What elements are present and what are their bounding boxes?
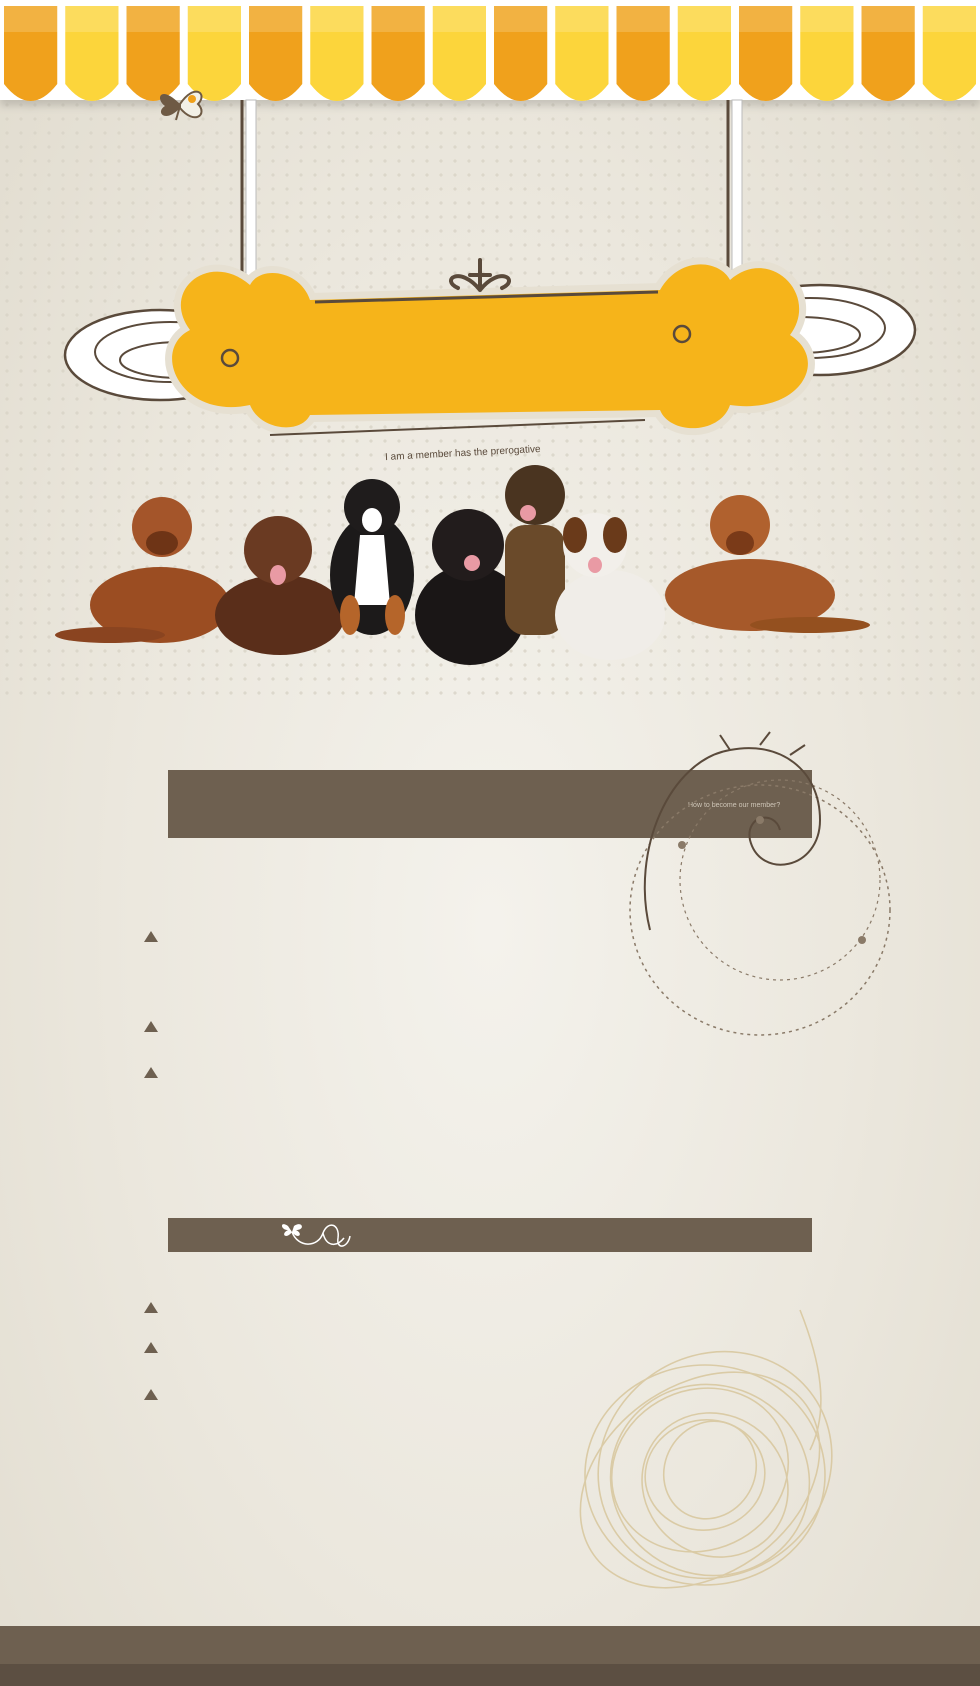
triangle-bullet-icon bbox=[144, 1021, 158, 1032]
triangle-bullet-icon bbox=[144, 931, 158, 942]
triangle-bullet-icon bbox=[144, 1302, 158, 1313]
dog-saint-bernard bbox=[555, 513, 665, 660]
triangle-bullet-icon bbox=[144, 1389, 158, 1400]
footer-band-bottom bbox=[0, 1664, 980, 1686]
dog-mastiff-right bbox=[665, 495, 870, 633]
dogs-group-image bbox=[55, 465, 870, 665]
scribble-ornament bbox=[579, 1309, 833, 1589]
triangle-bullet-icon bbox=[144, 1067, 158, 1078]
swirl-ornament bbox=[629, 731, 891, 1036]
section-header-bar-2 bbox=[168, 1218, 812, 1252]
dog-newfoundland-brown bbox=[215, 516, 345, 655]
triangle-bullet-icon bbox=[144, 1342, 158, 1353]
dog-mastiff-left bbox=[55, 497, 230, 643]
footer-band-top bbox=[0, 1626, 980, 1664]
small-butterfly-icon bbox=[282, 1224, 351, 1247]
dog-bernese bbox=[330, 479, 414, 635]
bone-sign bbox=[63, 99, 917, 436]
